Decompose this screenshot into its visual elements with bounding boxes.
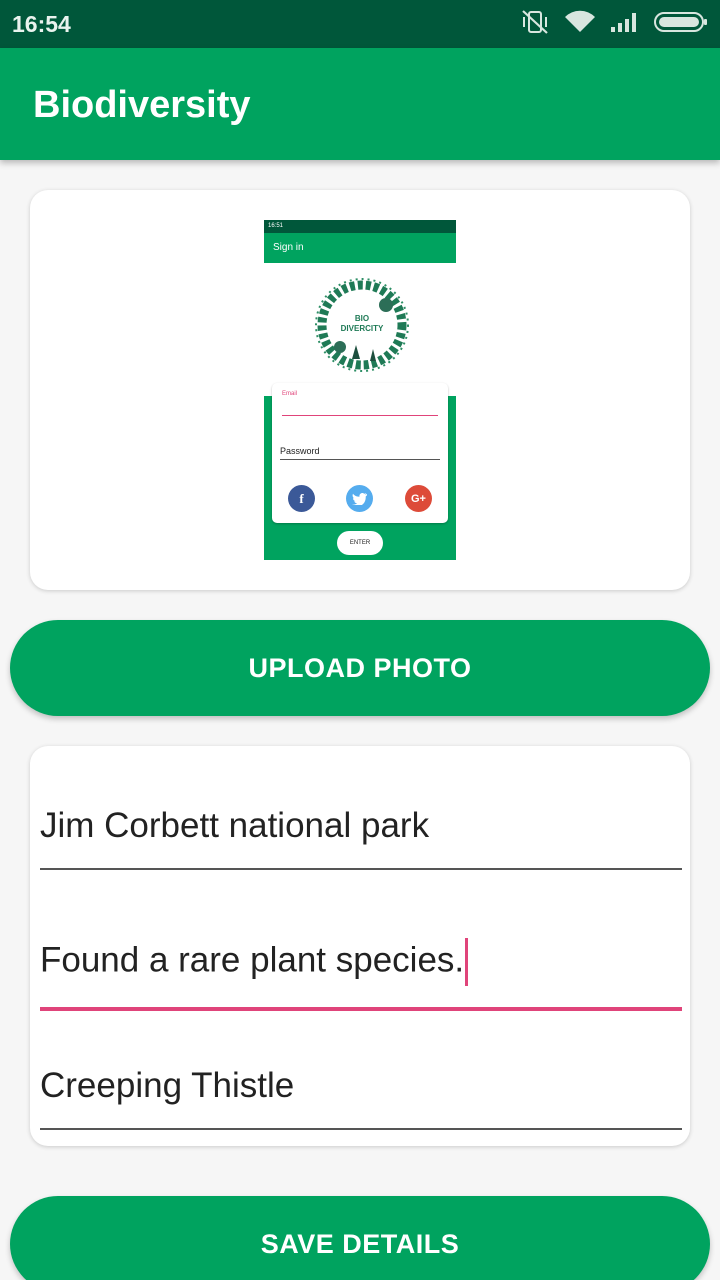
uploaded-photo-preview: 16:51 Sign in BIO DIVERCITY Email Passwo… — [264, 220, 456, 560]
preview-app-bar: Sign in — [264, 233, 456, 263]
vibrate-off-icon — [520, 9, 550, 40]
app-bar: Biodiversity — [0, 48, 720, 160]
description-input-text: Found a rare plant species. — [40, 938, 469, 986]
twitter-icon — [346, 485, 373, 512]
description-input-value: Found a rare plant species. — [40, 940, 465, 980]
biodiversity-logo: BIO DIVERCITY — [315, 278, 409, 372]
preview-status-time: 16:51 — [268, 223, 284, 229]
photo-card: 16:51 Sign in BIO DIVERCITY Email Passwo… — [30, 190, 690, 590]
species-underline — [40, 1128, 682, 1130]
description-field[interactable]: Found a rare plant species. — [40, 926, 682, 1016]
logo-text-bio: BIO — [355, 314, 369, 323]
save-details-button[interactable]: SAVE DETAILS — [10, 1196, 710, 1280]
facebook-icon: f — [288, 485, 315, 512]
google-plus-icon: G+ — [405, 485, 432, 512]
preview-enter-button: ENTER — [337, 531, 383, 555]
upload-photo-button[interactable]: UPLOAD PHOTO — [10, 620, 710, 716]
species-field[interactable]: Creeping Thistle — [40, 1046, 682, 1136]
status-bar: 16:54 — [0, 0, 720, 48]
status-time: 16:54 — [12, 11, 71, 37]
text-cursor — [465, 938, 469, 986]
location-input-value: Jim Corbett national park — [40, 806, 430, 845]
location-field[interactable]: Jim Corbett national park — [40, 786, 682, 876]
preview-email-underline — [282, 415, 438, 416]
signal-icon — [610, 11, 640, 38]
preview-login-card: Email Password f G+ — [272, 383, 448, 523]
logo-text-divercity: DIVERCITY — [341, 324, 384, 333]
species-input-value: Creeping Thistle — [40, 1066, 295, 1105]
status-icons — [520, 9, 708, 40]
app-title: Biodiversity — [33, 84, 251, 126]
preview-email-label: Email — [282, 391, 298, 397]
preview-password-label: Password — [280, 446, 320, 456]
preview-app-title: Sign in — [273, 242, 304, 253]
details-form-card: Jim Corbett national park Found a rare p… — [30, 746, 690, 1146]
battery-icon — [654, 11, 708, 38]
wifi-icon — [564, 10, 596, 39]
description-underline-focused — [40, 1007, 682, 1011]
location-underline — [40, 868, 682, 870]
preview-status-bar: 16:51 — [264, 220, 456, 233]
preview-password-underline — [280, 459, 440, 460]
